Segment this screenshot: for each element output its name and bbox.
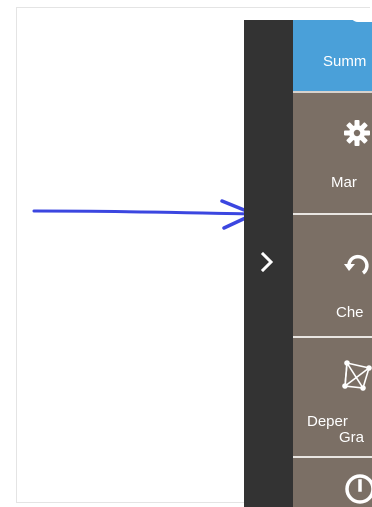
sidebar-item-label: Che — [336, 304, 364, 321]
sidebar-nav: Summ Mar Che Deper Gra — [293, 20, 372, 507]
undo-arrow-icon — [343, 249, 371, 277]
sidebar-item-label: Mar — [331, 174, 357, 191]
sidebar-item-history[interactable] — [293, 458, 372, 507]
top-tab-edge — [350, 14, 372, 22]
sidebar-item-changes[interactable]: Che — [293, 215, 372, 338]
network-graph-icon — [339, 358, 372, 392]
sidebar-item-summary[interactable]: Summ — [293, 20, 372, 93]
clock-icon — [343, 472, 372, 506]
sidebar-item-label-line2: Gra — [339, 429, 365, 446]
sidebar-item-dependency-graph[interactable]: Deper Gra — [293, 338, 372, 458]
gear-icon — [343, 119, 371, 147]
expand-sidebar-button[interactable] — [256, 248, 278, 276]
sidebar-item-label-line1: Deper — [307, 413, 348, 430]
chevron-right-icon — [260, 252, 274, 272]
sidebar-item-manage[interactable]: Mar — [293, 93, 372, 215]
sidebar-item-label: Summ — [323, 53, 367, 70]
